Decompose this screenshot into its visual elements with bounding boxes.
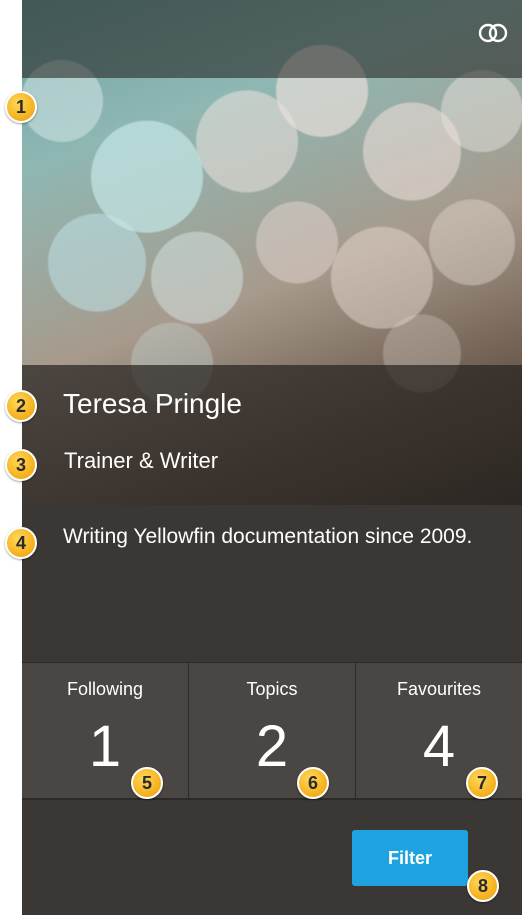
callout-badge-2: 2 [5,390,37,422]
cover-top-bar [22,0,522,78]
stat-value: 2 [255,714,289,779]
callout-badge-8: 8 [467,870,499,902]
callout-badge-6: 6 [297,767,329,799]
callout-badge-7: 7 [466,767,498,799]
stat-topics[interactable]: Topics 2 [189,663,356,799]
stat-value: 4 [422,714,456,779]
stat-label: Topics [246,679,298,699]
stat-value: 1 [88,714,122,779]
stat-following[interactable]: Following 1 [22,663,189,799]
stat-label: Following [66,679,144,699]
profile-cover-image [22,0,522,505]
callout-badge-4: 4 [5,527,37,559]
profile-actions-bar: Filter [22,798,522,915]
linked-rings-icon[interactable] [478,22,508,44]
stat-label: Favourites [396,679,482,699]
cover-name-overlay [22,365,522,505]
filter-button[interactable]: Filter [352,830,468,886]
profile-bio: Writing Yellowfin documentation since 20… [63,525,473,548]
callout-badge-1: 1 [5,91,37,123]
profile-panel: Teresa Pringle Trainer & Writer Writing … [22,0,522,915]
profile-name: Teresa Pringle [63,388,242,419]
callout-badge-5: 5 [131,767,163,799]
profile-role: Trainer & Writer [64,448,219,473]
callout-badge-3: 3 [5,449,37,481]
profile-stats: Following 1 Topics 2 Favourites 4 [22,662,522,799]
